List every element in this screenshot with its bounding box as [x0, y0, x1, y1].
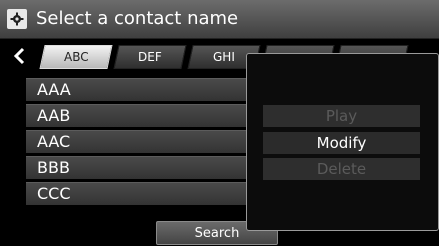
options-popup: Play Modify Delete [246, 53, 439, 231]
modify-button[interactable]: Modify [263, 132, 420, 154]
play-button[interactable]: Play [263, 105, 420, 127]
contact-select-screen: Select a contact name ABC DEF GHI AAA AA… [0, 0, 439, 246]
back-button[interactable] [8, 45, 30, 67]
list-item[interactable]: AAC [26, 130, 256, 153]
list-item[interactable]: CCC [26, 182, 256, 205]
chevron-left-icon [13, 47, 25, 65]
page-title: Select a contact name [36, 8, 239, 29]
tab-abc[interactable]: ABC [39, 45, 113, 69]
title-bar: Select a contact name [0, 0, 439, 39]
list-item[interactable]: BBB [26, 156, 256, 179]
delete-button[interactable]: Delete [263, 158, 420, 180]
list-item[interactable]: AAA [26, 78, 256, 101]
contact-list: AAA AAB AAC BBB CCC [26, 78, 256, 208]
tab-label: DEF [138, 50, 162, 64]
tab-def[interactable]: DEF [113, 45, 187, 69]
gear-icon [7, 9, 27, 29]
list-item[interactable]: AAB [26, 104, 256, 127]
tab-label: ABC [63, 50, 89, 64]
tab-label: GHI [213, 50, 235, 64]
